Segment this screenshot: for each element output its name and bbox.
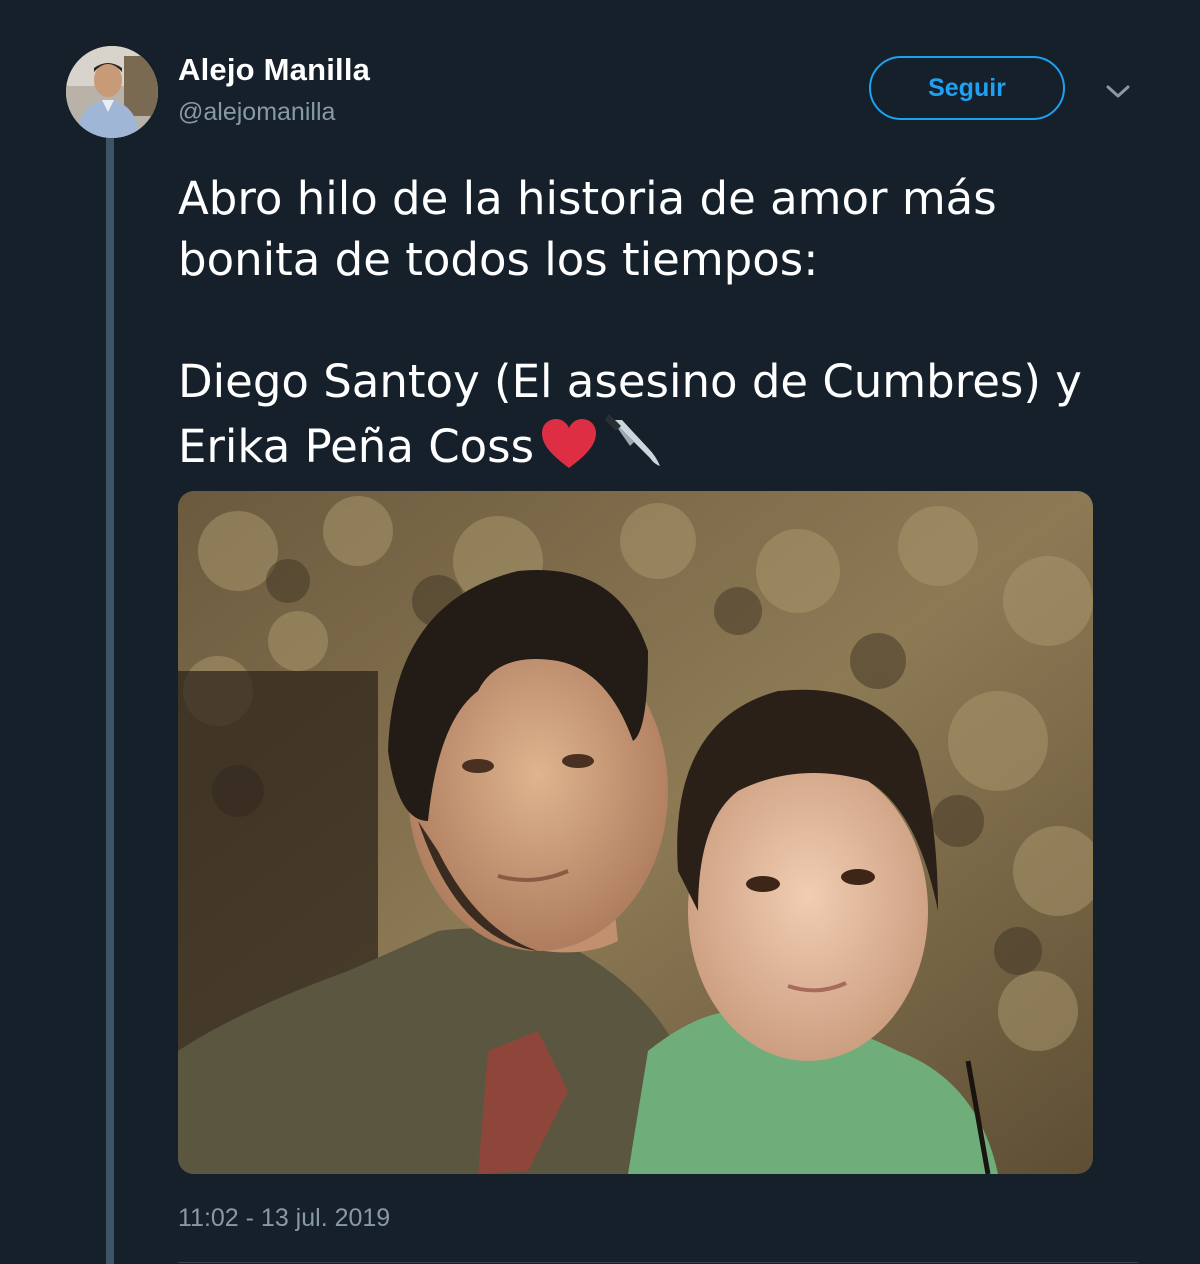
kitchen-knife-emoji <box>604 412 664 485</box>
tweet-timestamp[interactable]: 11:02 - 13 jul. 2019 <box>178 1204 390 1233</box>
thread-line <box>106 138 114 1264</box>
follow-button[interactable]: Seguir <box>869 56 1065 120</box>
red-heart-emoji <box>540 418 598 485</box>
tweet-text: Abro hilo de la historia de amor más bon… <box>178 168 1138 485</box>
tweet-text-line: Abro hilo de la historia de amor más bon… <box>178 172 997 286</box>
avatar[interactable] <box>66 46 158 138</box>
author-handle[interactable]: @alejomanilla <box>178 98 335 127</box>
author-display-name[interactable]: Alejo Manilla <box>178 52 370 88</box>
chevron-down-icon[interactable] <box>1100 76 1136 108</box>
tweet-card: Alejo Manilla @alejomanilla Seguir Abro … <box>0 0 1200 1264</box>
divider <box>178 1262 1138 1263</box>
tweet-text-line: Diego Santoy (El asesino de Cumbres) y E… <box>178 351 1138 485</box>
tweet-photo[interactable] <box>178 491 1093 1174</box>
